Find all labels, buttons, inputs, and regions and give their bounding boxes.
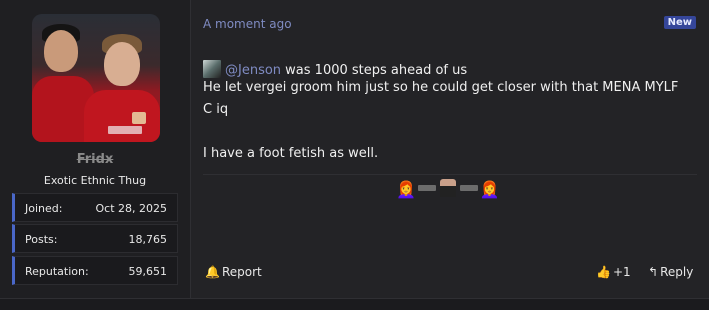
redhead-woman-emoji: 👩‍🦰 (396, 180, 416, 199)
mention-link[interactable]: @Jenson (225, 63, 281, 78)
stat-value: 18,765 (128, 233, 168, 246)
report-button[interactable]: 🔔 Report (205, 265, 262, 279)
stat-joined: Joined: Oct 28, 2025 (12, 193, 178, 222)
avatar-head-right (104, 42, 140, 86)
post-body-line: I have a foot fetish as well. (203, 146, 379, 161)
reply-arrow-icon: ↰ (648, 265, 659, 279)
post-body-line: He let vergei groom him just so he could… (203, 80, 679, 95)
reply-label: Reply (660, 265, 694, 279)
post-timestamp[interactable]: A moment ago (203, 17, 292, 31)
like-button[interactable]: 👍 +1 (596, 265, 631, 279)
gun-man-reaction-image (417, 179, 478, 197)
post-body-line: C iq (203, 102, 229, 117)
like-count: +1 (612, 265, 631, 279)
stat-reputation: Reputation: 59,651 (12, 256, 178, 285)
thumbs-up-icon: 👍 (596, 265, 611, 279)
stat-label: Joined: (25, 202, 63, 215)
quote-line: @Jenson was 1000 steps ahead of us (203, 60, 467, 78)
stat-value: Oct 28, 2025 (95, 202, 168, 215)
avatar-head-left (44, 30, 78, 72)
avatar-crest (132, 112, 146, 124)
report-label: Report (221, 265, 262, 279)
redhead-woman-emoji: 👩‍🦰 (479, 180, 500, 199)
stat-label: Reputation: (25, 265, 89, 278)
stat-label: Posts: (25, 233, 58, 246)
username[interactable]: Fridx (0, 152, 190, 167)
user-sidebar: Fridx Exotic Ethnic Thug Joined: Oct 28,… (0, 0, 191, 298)
quoted-user-avatar[interactable] (203, 60, 221, 78)
post-container: Fridx Exotic Ethnic Thug Joined: Oct 28,… (0, 0, 709, 299)
bell-icon: 🔔 (205, 265, 220, 279)
user-avatar[interactable] (32, 14, 160, 142)
reply-button[interactable]: ↰ Reply (648, 265, 693, 279)
avatar-sponsor-logo (108, 126, 142, 134)
user-title: Exotic Ethnic Thug (43, 174, 147, 187)
reaction-images: 👩‍🦰 👩‍🦰 (396, 179, 500, 199)
stat-posts: Posts: 18,765 (12, 224, 178, 253)
divider (203, 174, 697, 175)
stat-value: 59,651 (128, 265, 168, 278)
new-badge: New (663, 16, 696, 29)
quote-text: was 1000 steps ahead of us (281, 63, 468, 78)
avatar-figure-right (84, 90, 160, 142)
